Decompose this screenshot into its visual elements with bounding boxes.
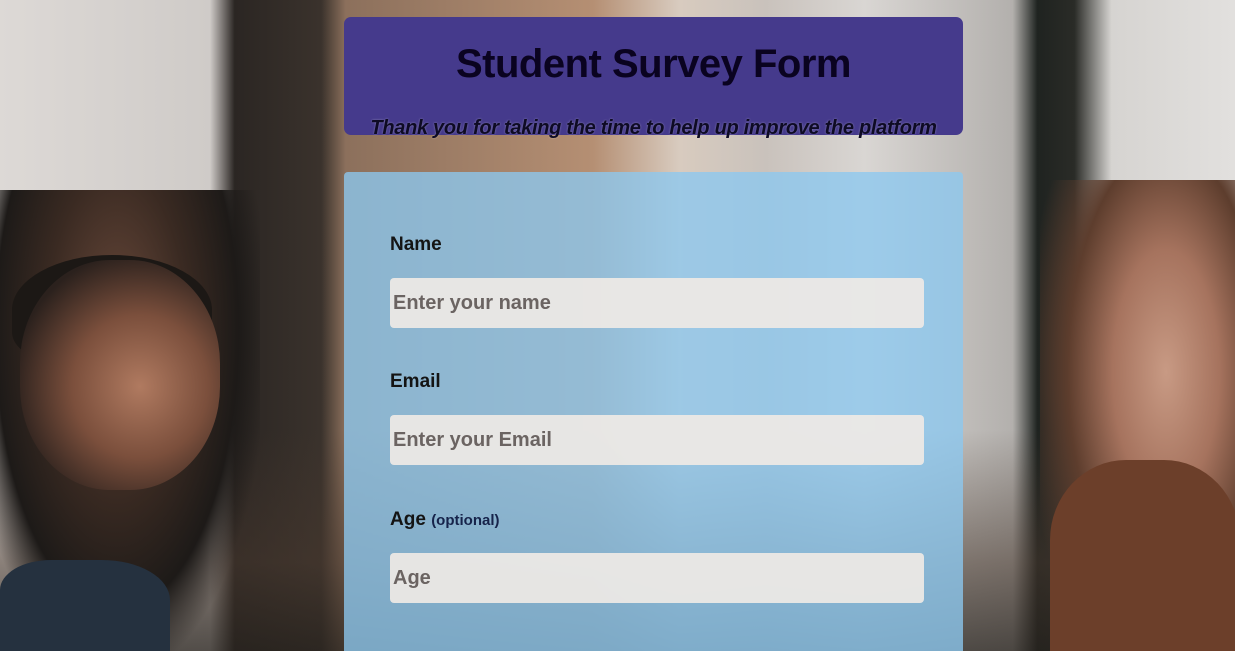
survey-form: Name Email Age (optional) bbox=[344, 172, 963, 651]
name-label: Name bbox=[390, 234, 442, 256]
age-input[interactable] bbox=[390, 553, 924, 603]
name-input[interactable] bbox=[390, 278, 924, 328]
survey-header: Student Survey Form Thank you for taking… bbox=[344, 17, 963, 139]
name-label-text: Name bbox=[390, 234, 442, 255]
age-optional-note: (optional) bbox=[431, 512, 500, 529]
page-title: Student Survey Form bbox=[455, 42, 852, 86]
email-input[interactable] bbox=[390, 415, 924, 465]
email-label: Email bbox=[390, 371, 441, 393]
page-subtitle: Thank you for taking the time to help up… bbox=[370, 117, 937, 139]
age-label-text: Age bbox=[390, 509, 426, 530]
email-label-text: Email bbox=[390, 371, 441, 392]
age-label: Age (optional) bbox=[390, 509, 500, 531]
